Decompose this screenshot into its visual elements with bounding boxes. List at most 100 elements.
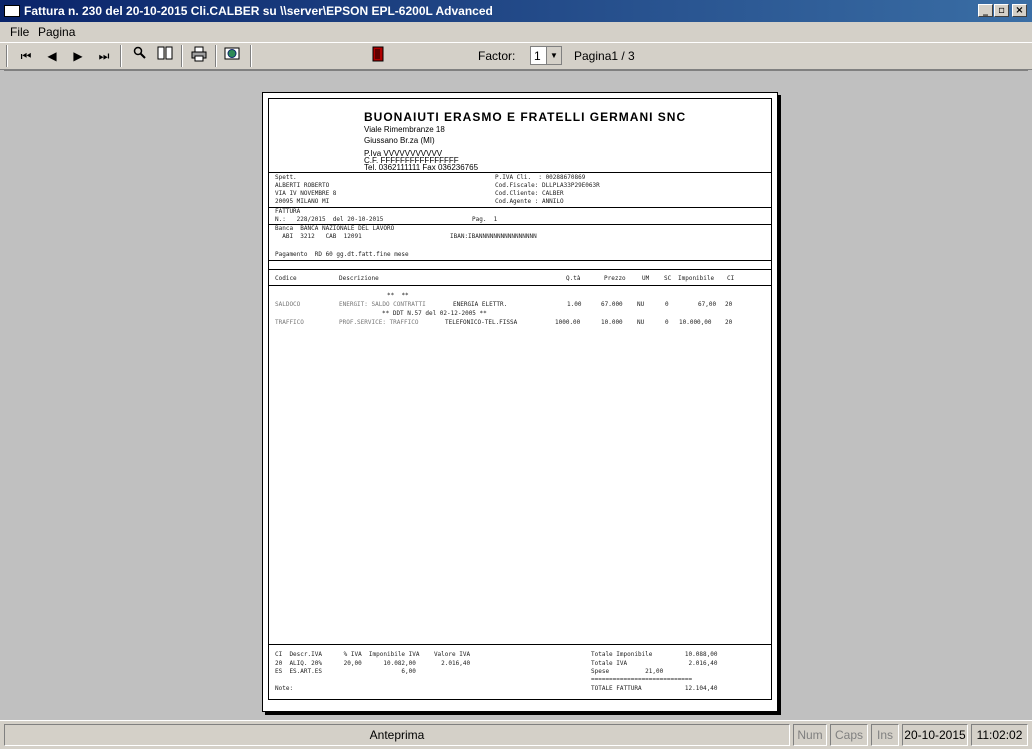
notes-label: Note: [275,685,294,692]
company-city: Giussano Br.za (MI) [364,136,435,145]
toolbar-grip [6,45,8,67]
restore-button[interactable]: ▫ [994,4,1009,17]
company-tel: Tel. 0362111111 Fax 036236765 [364,163,479,172]
first-page-icon[interactable]: ⏮ [16,46,36,66]
totale-fattura: TOTALE FATTURA 12.104,40 [591,685,718,692]
row-descr-gray: PROF.SERVICE: TRAFFICO [339,319,419,326]
divider [269,644,771,645]
invoice-frame: BUONAIUTI ERASMO E FRATELLI GERMANI SNC … [268,98,772,700]
status-bar: Anteprima Num Caps Ins 20-10-2015 11:02:… [0,720,1032,749]
minimize-button[interactable]: _ [978,4,993,17]
col-ci: CI [727,275,735,282]
customer-piva: P.IVA Cli. : 00288670869 [495,174,586,181]
col-prezzo: Prezzo [604,275,626,282]
company-name: BUONAIUTI ERASMO E FRATELLI GERMANI SNC [364,110,687,124]
row-um: NU [637,319,645,326]
row-prezzo: 67.000 [601,301,623,308]
row-codice: TRAFFICO [275,319,304,326]
row-sc: 0 [665,301,669,308]
row-codice: SALDOCO [275,301,301,308]
bank-name: Banca BANCA NAZIONALE DEL LAVORO [275,225,395,232]
menu-bar: File Pagina [0,22,1032,43]
window-title: Fattura n. 230 del 20-10-2015 Cli.CALBER… [24,4,493,18]
customer-name: ALBERTI ROBERTO [275,182,330,189]
totals-separator: ============================ [591,676,693,683]
row-ddt: ** DDT N.57 del 02-12-2005 ** [382,310,487,317]
payment-terms: Pagamento RD 60 gg.dt.fatt.fine mese [275,251,409,258]
agent-code: Cod.Agente : ANNILO [495,198,564,205]
row-imponibile: 10.000,00 [679,319,712,326]
factor-select[interactable]: 1 ▼ [530,46,562,65]
print-icon[interactable] [189,46,209,66]
col-codice: Codice [275,275,297,282]
col-qta: Q.tà [566,275,581,282]
row-descr-gray: ENERGIT: SALDO CONTRATTI [339,301,426,308]
iva-row: 20 ALIQ. 20% 20,00 10.082,00 2.016,40 [275,660,471,667]
row-descr: TELEFONICO-TEL.FISSA [445,319,518,326]
menu-pagina[interactable]: Pagina [38,25,75,39]
toolbar-separator [250,45,252,67]
col-imponibile: Imponibile [678,275,715,282]
divider [269,285,771,286]
status-time: 11:02:02 [971,724,1028,746]
divider [269,269,771,270]
toolbar-separator [120,45,122,67]
customer-street: VIA IV NOVEMBRE 8 [275,190,337,197]
totale-iva: Totale IVA 2.016,40 [591,660,718,667]
col-sc: SC [664,275,672,282]
page-indicator: Pagina1 / 3 [574,49,635,63]
totale-imponibile: Totale Imponibile 10.088,00 [591,651,718,658]
status-date: 20-10-2015 [902,724,968,746]
toolbar-separator [215,45,217,67]
row-qta: 1.00 [567,301,582,308]
iva-row: ES ES.ART.ES 6,00 [275,668,416,675]
row-ci: 20 [725,319,733,326]
num-lock-indicator: Num [793,724,827,746]
spese: Spese 21,00 [591,668,664,675]
menu-file[interactable]: File [10,25,29,39]
status-message: Anteprima [4,724,790,746]
app-icon [4,5,20,17]
last-page-icon[interactable]: ⏭ [94,46,114,66]
col-descrizione: Descrizione [339,275,379,282]
factor-label: Factor: [478,49,516,63]
two-pages-icon[interactable] [155,46,175,66]
col-um: UM [642,275,650,282]
insert-indicator: Ins [871,724,899,746]
prev-page-icon[interactable]: ◀ [42,46,62,66]
title-bar: Fattura n. 230 del 20-10-2015 Cli.CALBER… [0,0,1032,22]
doc-type: FATTURA [275,208,301,215]
bank-abi-cab: ABI 3212 CAB 12091 [275,233,362,240]
toolbar-separator [181,45,183,67]
toolbar: ⏮ ◀ ▶ ⏭ Factor: 1 ▼ Pagina1 / 3 [0,43,1032,70]
divider [269,207,771,208]
customer-code: Cod.Cliente: CALBER [495,190,564,197]
chevron-down-icon[interactable]: ▼ [546,47,561,64]
export-icon[interactable] [222,46,242,66]
invoice-page: BUONAIUTI ERASMO E FRATELLI GERMANI SNC … [262,92,778,712]
company-address: Viale Rimembranze 18 [364,125,445,134]
close-button[interactable]: × [1012,4,1027,17]
row-descr: ENERGIA ELETTR. [453,301,508,308]
iva-header: CI Descr.IVA % IVA Imponibile IVA Valore… [275,651,471,658]
customer-cf: Cod.Fiscale: DLLPLA33P29E063R [495,182,600,189]
customer-spett: Spett. [275,174,297,181]
bank-iban: IBAN:IBANNNNNNNNNNNNNNNN [450,233,537,240]
row-marker: ** ** [387,292,409,299]
doc-page: Pag. 1 [472,216,498,223]
row-ci: 20 [725,301,733,308]
row-prezzo: 10.000 [601,319,623,326]
customer-city: 20095 MILANO MI [275,198,330,205]
divider [269,260,771,261]
doc-number: N.: 228/2015 del 20-10-2015 [275,216,384,223]
factor-value: 1 [534,49,541,63]
next-page-icon[interactable]: ▶ [68,46,88,66]
zoom-icon[interactable] [130,46,150,66]
row-um: NU [637,301,645,308]
exit-icon[interactable] [368,46,388,66]
row-imponibile: 67,00 [698,301,717,308]
caps-lock-indicator: Caps [830,724,868,746]
divider [269,172,771,173]
row-sc: 0 [665,319,669,326]
row-qta: 1000.00 [555,319,581,326]
